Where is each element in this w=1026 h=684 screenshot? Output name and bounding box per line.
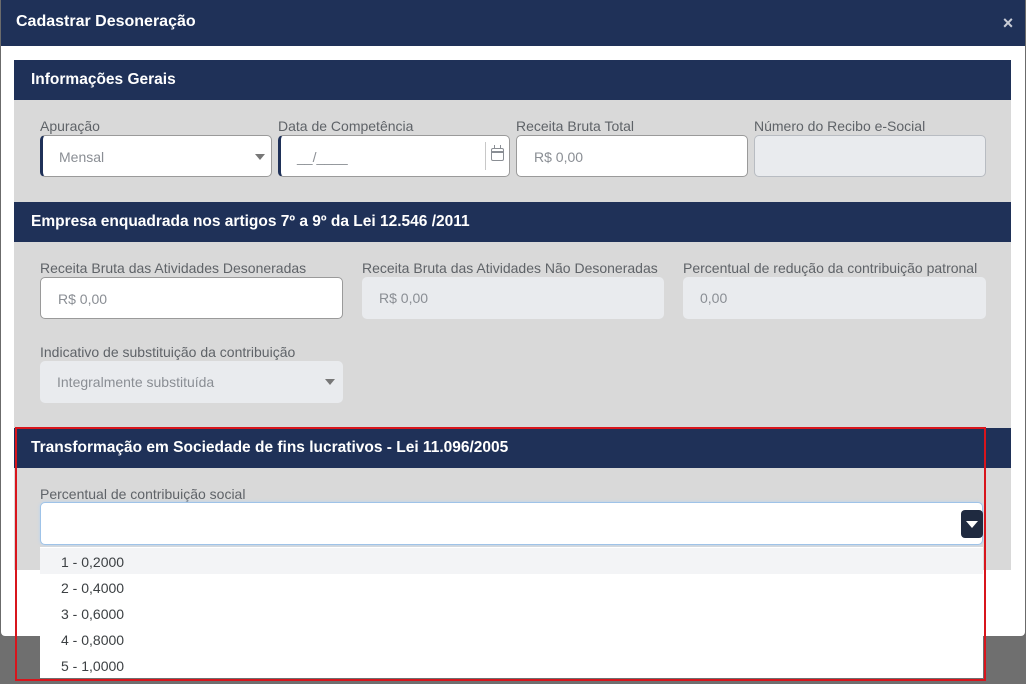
dropdown-option[interactable]: 2 - 0,4000: [40, 574, 983, 600]
percentual-contribuicao-select[interactable]: [40, 502, 983, 545]
indicativo-label: Indicativo de substituição da contribuiç…: [40, 344, 296, 360]
apuracao-select[interactable]: Mensal: [40, 135, 272, 177]
competencia-date-input[interactable]: __/____: [278, 135, 510, 177]
modal-title: Cadastrar Desoneração: [16, 13, 196, 30]
competencia-label: Data de Competência: [278, 118, 414, 134]
dropdown-option[interactable]: 3 - 0,6000: [40, 600, 983, 626]
dropdown-option[interactable]: 1 - 0,2000: [40, 548, 983, 574]
caret-down-icon: [255, 154, 265, 160]
modal-header: Cadastrar Desoneração ×: [1, 0, 1025, 46]
receita-total-value: R$ 0,00: [534, 149, 584, 165]
indicativo-value: Integralmente substituída: [57, 374, 215, 390]
apuracao-label: Apuração: [40, 118, 100, 134]
recibo-input[interactable]: [754, 135, 986, 177]
section-empresa-header: Empresa enquadrada nos artigos 7º a 9º d…: [14, 202, 1011, 242]
receita-total-input[interactable]: R$ 0,00: [516, 135, 748, 177]
competencia-value: __/____: [297, 149, 348, 165]
indicativo-select: Integralmente substituída: [40, 361, 343, 403]
dropdown-toggle-icon[interactable]: [961, 510, 983, 538]
receita-total-label: Receita Bruta Total: [516, 118, 635, 134]
close-icon[interactable]: ×: [999, 13, 1017, 34]
apuracao-value: Mensal: [59, 149, 105, 165]
section-general-header: Informações Gerais: [14, 60, 1011, 100]
caret-down-icon: [325, 379, 335, 385]
percentual-reducao-label: Percentual de redução da contribuição pa…: [683, 260, 978, 276]
desoneradas-value: R$ 0,00: [58, 291, 108, 307]
recibo-label: Número do Recibo e-Social: [754, 118, 926, 134]
calendar-divider: [485, 142, 486, 170]
percentual-contribuicao-label: Percentual de contribuição social: [40, 486, 246, 502]
dropdown-option[interactable]: 5 - 1,0000: [40, 652, 983, 678]
desoneradas-input[interactable]: R$ 0,00: [40, 277, 343, 319]
nao-desoneradas-label: Receita Bruta das Atividades Não Desoner…: [362, 260, 658, 276]
section-transform-header: Transformação em Sociedade de fins lucra…: [14, 428, 1011, 468]
percentual-reducao-input: 0,00: [683, 277, 986, 319]
dropdown-option[interactable]: 4 - 0,8000: [40, 626, 983, 652]
percentual-dropdown-list: 1 - 0,2000 2 - 0,4000 3 - 0,6000 4 - 0,8…: [40, 547, 983, 678]
nao-desoneradas-input: R$ 0,00: [362, 277, 664, 319]
desoneradas-label: Receita Bruta das Atividades Desoneradas: [40, 260, 307, 276]
nao-desoneradas-value: R$ 0,00: [379, 290, 429, 306]
calendar-icon[interactable]: [491, 145, 504, 161]
percentual-reducao-value: 0,00: [700, 290, 728, 306]
